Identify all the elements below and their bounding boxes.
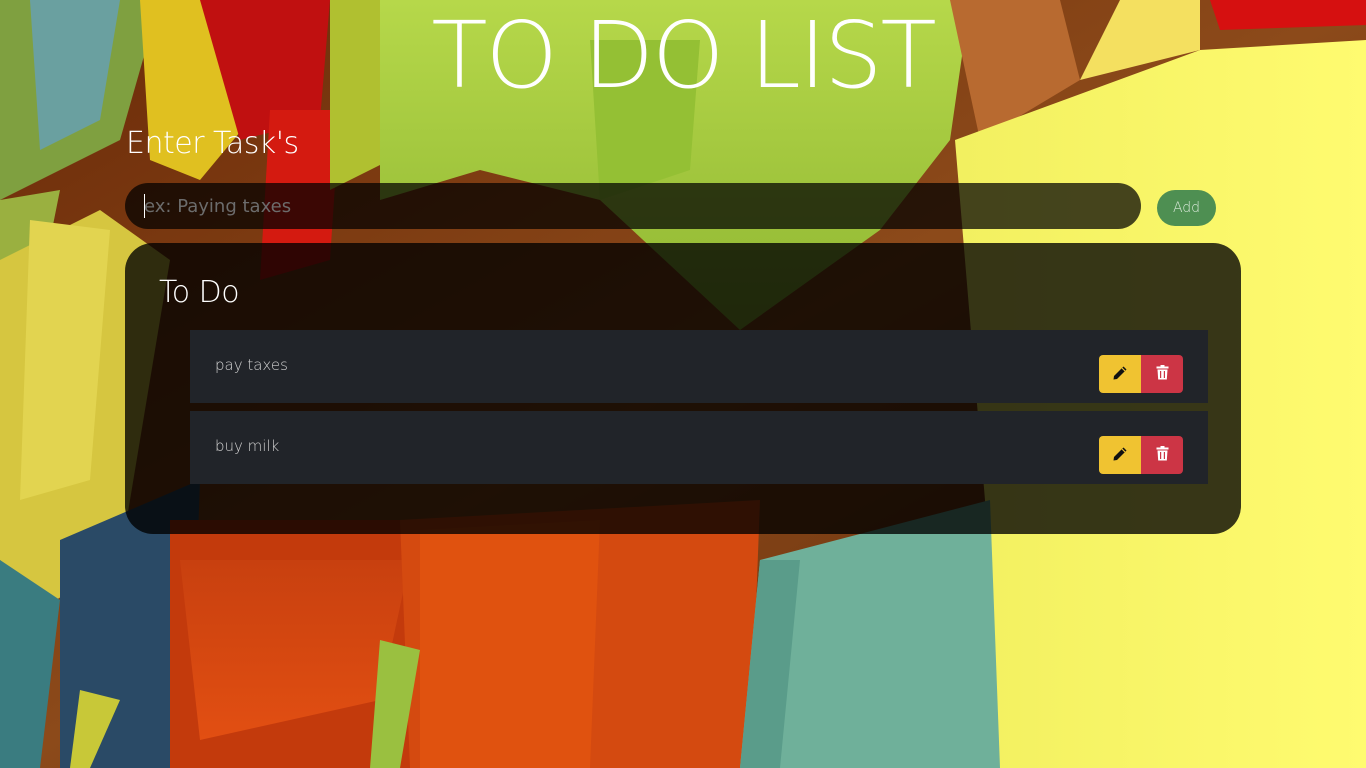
pencil-icon [1112,446,1128,465]
task-row: buy milk [190,411,1208,484]
edit-task-button[interactable] [1099,355,1141,393]
task-text: buy milk [215,437,280,455]
delete-task-button[interactable] [1141,355,1183,393]
trash-icon [1156,365,1169,383]
enter-task-label: Enter Task's [126,126,299,161]
page-title: TO DO LIST [431,2,936,109]
task-row: pay taxes [190,330,1208,403]
pencil-icon [1112,365,1128,384]
task-input[interactable] [125,183,1141,229]
todo-heading: To Do [159,275,240,310]
text-caret [144,194,145,218]
todo-panel: To Do pay taxes buy milk [125,243,1241,534]
trash-icon [1156,446,1169,464]
add-button[interactable]: Add [1157,190,1216,226]
delete-task-button[interactable] [1141,436,1183,474]
edit-task-button[interactable] [1099,436,1141,474]
task-text: pay taxes [215,356,288,374]
